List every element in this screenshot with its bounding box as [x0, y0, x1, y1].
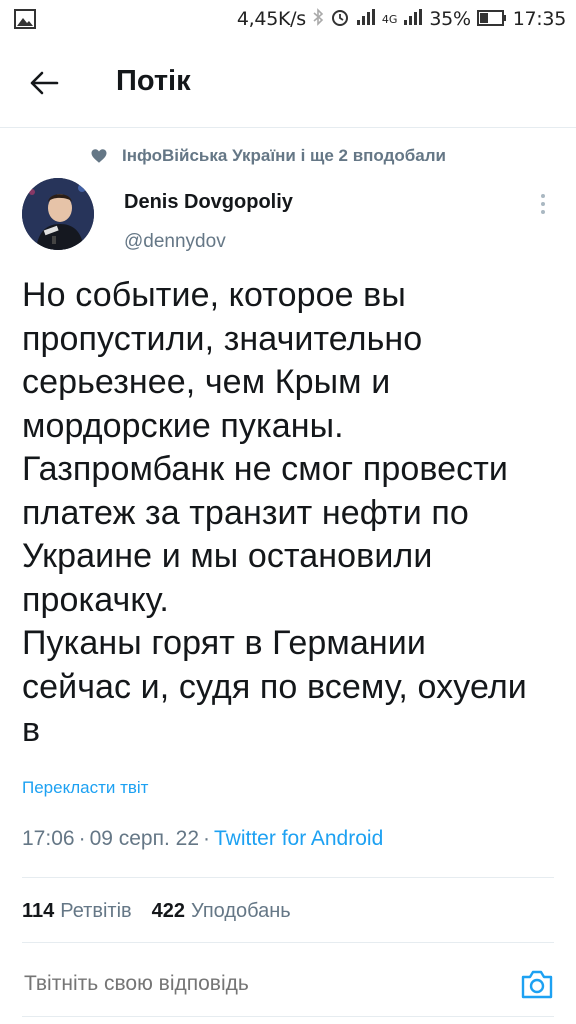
tweet-line: Газпромбанк не смог провести [22, 450, 508, 488]
status-bar: 4,45K/s 4G 35% 17:35 [0, 0, 576, 38]
reply-underline [22, 1016, 554, 1017]
battery-percent: 35% [429, 8, 471, 30]
tweet-line: сейчас и, судя по всему, охуели [22, 667, 527, 706]
tweet-stats: 114 Ретвітів 422 Уподобань [22, 900, 291, 923]
arrow-left-icon [30, 71, 59, 95]
alarm-icon [330, 7, 350, 32]
signal-icon [356, 7, 376, 31]
tweet-line: в [22, 711, 41, 749]
network-speed: 4,45K/s [236, 8, 306, 30]
back-button[interactable] [24, 66, 64, 100]
tweet-line: пропустили, значительно [22, 319, 423, 358]
avatar[interactable] [22, 178, 94, 250]
tweet-line: платеж за транзит нефти по [22, 493, 469, 532]
tweet-line: Пуканы горят в Германии [22, 624, 426, 662]
app-header: Потік [0, 38, 576, 128]
retweets-label: Ретвітів [60, 900, 132, 922]
tweet-line: прокачку. [22, 580, 169, 619]
network-type: 4G [381, 12, 398, 26]
status-indicators: 4,45K/s 4G 35% 17:35 [237, 7, 566, 32]
bluetooth-icon [312, 7, 324, 31]
page-title: Потік [116, 65, 191, 97]
tweet-line: мордорские пуканы. [22, 406, 344, 445]
camera-button[interactable] [520, 968, 554, 1000]
tweet-line: Украине и мы остановили [22, 537, 433, 575]
heart-icon [90, 147, 108, 165]
social-context[interactable]: ІнфоВійська України і ще 2 вподобали [90, 146, 446, 166]
author-handle[interactable]: @dennydov [124, 231, 226, 253]
tweet-meta: 17:06 · 09 серп. 22 · Twitter for Android [22, 827, 384, 850]
battery-icon [476, 7, 507, 31]
likes-count: 422 [151, 900, 186, 922]
likes-stat[interactable]: 422 Уподобань [152, 900, 291, 923]
camera-icon [521, 970, 553, 999]
likes-label: Уподобань [191, 900, 291, 922]
tweet-text: Но событие, которое вы пропустили, значи… [22, 274, 562, 753]
signal-2-icon [403, 7, 423, 31]
tweet-source-link[interactable]: Twitter for Android [214, 827, 383, 850]
reply-input[interactable] [24, 972, 484, 996]
tweet-time: 17:06 [22, 827, 75, 850]
gallery-notification-icon [14, 7, 38, 31]
divider [22, 877, 554, 878]
retweets-stat[interactable]: 114 Ретвітів [22, 900, 132, 923]
clock: 17:35 [512, 8, 567, 30]
reply-bar [0, 946, 576, 1024]
tweet-line: серьезнее, чем Крым и [22, 363, 391, 401]
tweet-date: 09 серп. 22 [89, 827, 200, 850]
translate-tweet-link[interactable]: Перекласти твіт [22, 778, 148, 798]
tweet-line: Но событие, которое вы [22, 276, 406, 314]
divider [22, 942, 554, 943]
social-context-text: ІнфоВійська України і ще 2 вподобали [122, 146, 446, 165]
retweets-count: 114 [22, 900, 55, 922]
author-name[interactable]: Denis Dovgopoliy [124, 191, 293, 214]
more-options-icon[interactable] [530, 190, 556, 218]
